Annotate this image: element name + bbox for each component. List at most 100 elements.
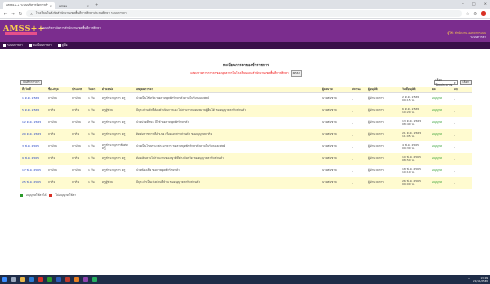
tab-close-icon[interactable]: ×: [49, 4, 52, 8]
reload-icon[interactable]: ↻: [19, 11, 22, 16]
windows-start-icon[interactable]: [2, 277, 7, 282]
table-row[interactable]: 9 พ.ย. 2565 ลากิจ ลากิจ 1 วัน ครูชำนาญการ คร…: [20, 152, 472, 165]
menu-item-home[interactable]: ระบบการลา: [3, 43, 23, 48]
table-cell: 2 วัน: [86, 116, 100, 129]
year-select-value: เลือกปีงบประมาณ: [435, 77, 453, 87]
table-cell: อนุญาต: [430, 152, 452, 165]
folder-icon[interactable]: [20, 277, 25, 282]
table-cell: นายสมชาย: [320, 104, 350, 117]
search-icon[interactable]: [11, 277, 16, 282]
chrome-icon[interactable]: [38, 277, 43, 282]
table-cell: 2 ต.ค. 2565 09:15 น.: [400, 92, 430, 105]
maximize-icon[interactable]: □: [472, 1, 476, 6]
new-tab-button[interactable]: +: [95, 2, 98, 7]
table-cell: ผู้อำนวยการ: [366, 116, 400, 129]
check-icon: [20, 193, 23, 197]
menu-item-register[interactable]: ทะเบียนการลา: [28, 43, 52, 48]
add-leave-button[interactable]: บันทึกการลา: [20, 80, 43, 85]
table-cell: ครูชำนาญการ ครู: [100, 164, 134, 177]
excel-icon[interactable]: [47, 277, 52, 282]
list-icon: [28, 44, 32, 47]
table-cell[interactable]: -: [452, 92, 472, 105]
app-icon[interactable]: [92, 277, 97, 282]
table-cell: ครูชำนาญการ ครู: [100, 92, 134, 105]
filter-go-button[interactable]: เลือก: [459, 80, 472, 85]
table-cell: 1 วัน: [86, 140, 100, 153]
table-cell: 6 ต.ค. 2565 10:20 น.: [400, 104, 430, 117]
table-cell: ผู้อำนวยการ: [366, 140, 400, 153]
word-icon[interactable]: [56, 277, 61, 282]
table-cell: ผู้อำนวยการ: [366, 176, 400, 189]
close-window-icon[interactable]: ×: [484, 1, 487, 6]
star-icon[interactable]: ☆: [466, 11, 470, 16]
subtitle-ok-button[interactable]: ตกลง: [290, 70, 302, 77]
table-cell: ลาป่วย: [46, 92, 70, 105]
window-controls: – □ ×: [462, 1, 487, 6]
table-cell: นายสมชาย: [320, 92, 350, 105]
table-cell: 1 ต.ค. 2565: [20, 92, 46, 105]
table-cell: ป่วยเป็นไข้หวัด ขอลาหยุดพักรักษาตัวตามใบ…: [134, 92, 320, 105]
clock[interactable]: 13:09 21/11/2565: [473, 277, 488, 283]
table-cell: 3 พ.ย. 2565: [20, 140, 46, 153]
menu-item-help[interactable]: คู่มือ: [57, 43, 68, 48]
table-cell[interactable]: -: [452, 164, 472, 177]
table-cell: ลากิจ: [46, 152, 70, 165]
address-bar-row: ← → ↻ ⚠ โรงเรียนในสังกัดสำนักงานเขตพื้นท…: [0, 9, 490, 19]
back-icon[interactable]: ←: [4, 11, 7, 16]
table-row[interactable]: 17 พ.ย. 2565 ลาป่วย ลาป่วย 1 วัน ครูชำนาญการ…: [20, 164, 472, 177]
table-row[interactable]: 20 ต.ค. 2565 ลากิจ ลากิจ 1 วัน ครูชำนาญการ ค…: [20, 128, 472, 141]
table-row[interactable]: 3 พ.ย. 2565 ลาป่วย ลาป่วย 1 วัน ครูชำนาญการพ…: [20, 140, 472, 153]
browser-tab-amss-2[interactable]: amss ×: [56, 2, 92, 9]
page-subtitle: แสดงรายการการลาของบุคลากรในโรงเรียนและสำ…: [20, 70, 472, 77]
table-cell[interactable]: -: [452, 128, 472, 141]
tab-close-icon[interactable]: ×: [86, 4, 89, 8]
table-cell: 1 วัน: [86, 164, 100, 177]
table-cell: ครูผู้ช่วย: [100, 104, 134, 117]
edge-icon[interactable]: [29, 277, 34, 282]
user-info: ผู้ใช้: สำนักงาน ออกจากระบบ ระบบการลา: [448, 31, 486, 39]
table-cell: ลากิจ: [70, 176, 86, 189]
table-cell[interactable]: -: [452, 104, 472, 117]
menu-label: คู่มือ: [61, 43, 68, 47]
home-icon: [3, 44, 6, 47]
table-row[interactable]: 5 ต.ค. 2565 ลากิจ ลากิจ 1 วัน ครูผู้ช่วย มีธุ…: [20, 104, 472, 117]
table-row[interactable]: 25 พ.ย. 2565 ลากิจ ลากิจ 1 วัน ครูผู้ช่วย มีธ…: [20, 176, 472, 189]
extensions-icon[interactable]: ⚙: [473, 11, 477, 16]
table-cell: ผู้อำนวยการ: [366, 128, 400, 141]
table-cell: ลากิจ: [70, 104, 86, 117]
table-cell[interactable]: -: [452, 116, 472, 129]
url-text: โรงเรียนในสังกัดสำนักงานเขตพื้นที่การศึก…: [35, 11, 127, 15]
table-row[interactable]: 1 ต.ค. 2565 ลาป่วย ลาป่วย 1 วัน ครูชำนาญการ …: [20, 92, 472, 105]
table-cell: 12 ต.ค. 2565: [20, 116, 46, 129]
table-cell: ผู้อำนวยการ: [366, 164, 400, 177]
pdf-icon[interactable]: [65, 277, 70, 282]
app-icon[interactable]: [83, 277, 88, 282]
table-cell: อนุญาต: [430, 140, 452, 153]
table-cell: -: [350, 104, 366, 117]
year-select[interactable]: เลือกปีงบประมาณ ▾: [433, 77, 458, 87]
menu-label: ทะเบียนการลา: [32, 43, 52, 47]
url-input[interactable]: ⚠ โรงเรียนในสังกัดสำนักงานเขตพื้นที่การศ…: [26, 10, 462, 17]
table-cell[interactable]: -: [452, 176, 472, 189]
forward-icon[interactable]: →: [11, 11, 14, 16]
table-cell: -: [350, 164, 366, 177]
table-row[interactable]: 12 ต.ค. 2565 ลาป่วย ลาป่วย 2 วัน ครูชำนาญการ…: [20, 116, 472, 129]
table-cell[interactable]: -: [452, 152, 472, 165]
table-cell: ลาป่วย: [70, 164, 86, 177]
chevron-down-icon: ▾: [454, 80, 456, 85]
table-cell: 25 พ.ย. 2565: [20, 176, 46, 189]
table-cell: 20 ต.ค. 2565: [20, 128, 46, 141]
table-cell: 1 วัน: [86, 104, 100, 117]
table-cell: ครูชำนาญการพิเศษ ครู: [100, 140, 134, 153]
minimize-icon[interactable]: –: [462, 1, 464, 6]
table-cell: 17 พ.ย. 2565: [20, 164, 46, 177]
browser-tab-amss[interactable]: AMSS++ ระบบบริหารจัดการสำนักงานเขต ×: [3, 2, 55, 9]
legend-denied: ไม่อนุญาตให้ลา: [55, 192, 76, 197]
table-cell: ผู้อำนวยการ: [366, 104, 400, 117]
table-cell: 1 วัน: [86, 92, 100, 105]
wifi-icon[interactable]: ^: [468, 278, 470, 281]
profile-avatar[interactable]: [481, 11, 486, 16]
app-header: AMSS++ ระบบบริหารจัดการสำนักงานเขตพื้นที…: [0, 20, 490, 42]
table-cell[interactable]: -: [452, 140, 472, 153]
app-icon[interactable]: [74, 277, 79, 282]
